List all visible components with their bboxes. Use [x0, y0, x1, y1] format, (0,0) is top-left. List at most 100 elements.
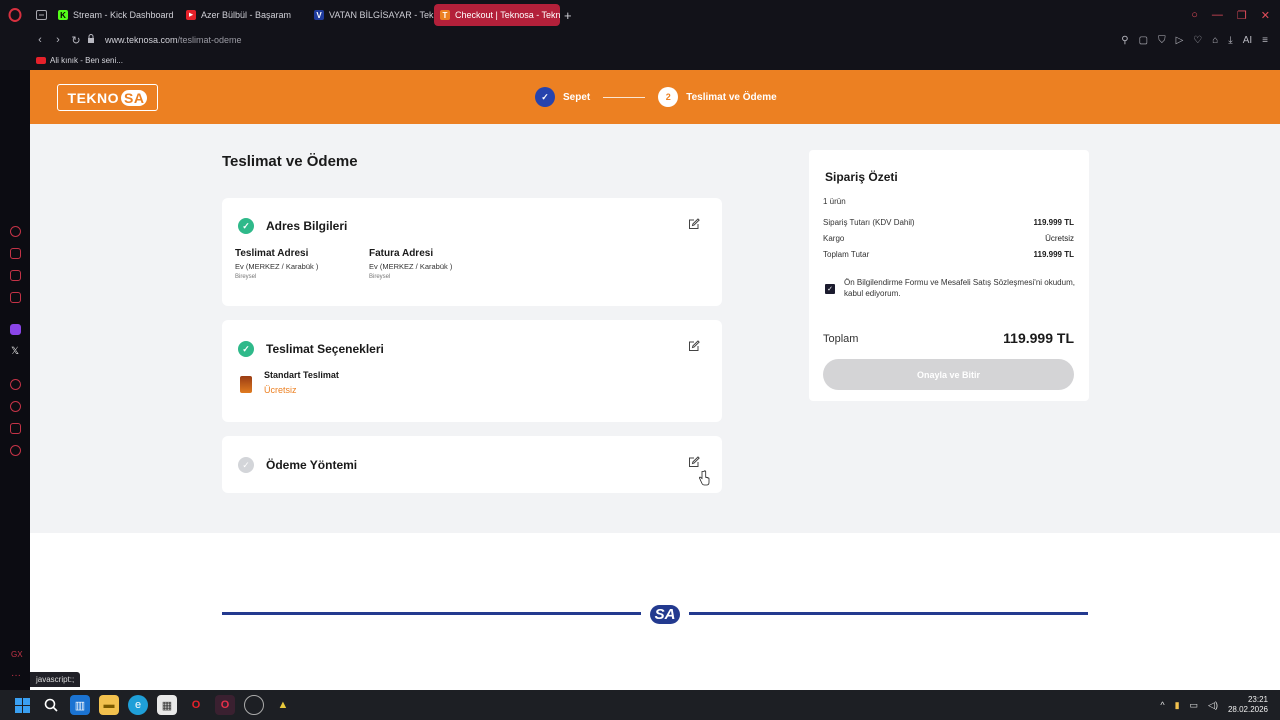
- tab-checkout-teknosa[interactable]: T Checkout | Teknosa - Tekn: [434, 4, 560, 26]
- step-delivery-label: Teslimat ve Ödeme: [686, 91, 777, 103]
- address-card: ✓ Adres Bilgileri Teslimat Adresi Ev (ME…: [222, 198, 722, 306]
- tab-label: VATAN BİLGİSAYAR - Tekn: [329, 10, 434, 20]
- opera-menu-icon[interactable]: [0, 0, 30, 30]
- bookmark-item[interactable]: Ali kınık - Ben seni...: [50, 56, 123, 65]
- new-tab-icon[interactable]: +: [564, 8, 572, 23]
- payment-card-title: Ödeme Yöntemi: [266, 458, 358, 472]
- summary-title: Sipariş Özeti: [825, 170, 898, 184]
- snapshot-icon[interactable]: ▢: [1139, 35, 1148, 46]
- close-window-icon[interactable]: ✕: [1261, 9, 1270, 22]
- summary-row-total: Toplam Tutar 119.999 TL: [823, 250, 1074, 259]
- delivery-address-type: Bireysel: [235, 274, 257, 280]
- back-icon[interactable]: ‹: [31, 34, 49, 46]
- step-cart-label[interactable]: Sepet: [563, 92, 590, 103]
- search-tabs-icon[interactable]: ○: [1191, 9, 1198, 21]
- crypto-wallet-icon[interactable]: [10, 248, 21, 259]
- url-field[interactable]: www.teknosa.com/teslimat-odeme: [105, 35, 242, 45]
- app-icon[interactable]: [244, 695, 264, 715]
- shipping-card: ✓ Teslimat Seçenekleri Standart Teslimat…: [222, 320, 722, 422]
- product-thumbnail: [240, 376, 252, 393]
- edit-icon[interactable]: [688, 340, 700, 352]
- system-clock[interactable]: 23:21 28.02.2026: [1228, 695, 1268, 715]
- settings-icon[interactable]: [10, 445, 21, 456]
- check-circle-icon: ✓: [238, 341, 254, 357]
- summary-item-count: 1 ürün: [823, 197, 846, 206]
- check-circle-icon: ✓: [238, 218, 254, 234]
- network-icon[interactable]: ▭: [1190, 700, 1199, 711]
- order-summary: Sipariş Özeti 1 ürün Sipariş Tutarı (KDV…: [809, 150, 1089, 401]
- reload-icon[interactable]: ↻: [67, 34, 85, 47]
- edit-icon[interactable]: [688, 218, 700, 230]
- store-icon[interactable]: ▦: [157, 695, 177, 715]
- shield-icon[interactable]: ⛉: [1158, 35, 1166, 46]
- vatan-favicon-icon: V: [314, 10, 324, 20]
- checkout-steps: ✓ Sepet 2 Teslimat ve Ödeme: [535, 87, 777, 107]
- confirm-order-button[interactable]: Onayla ve Bitir: [823, 359, 1074, 390]
- delivery-address: Teslimat Adresi Ev (MERKEZ / Karabük ) B…: [235, 248, 318, 280]
- agreement-text[interactable]: Ön Bilgilendirme Formu ve Mesafeli Satış…: [844, 277, 1076, 299]
- payment-card[interactable]: ✓ Ödeme Yöntemi: [222, 436, 722, 493]
- bookmarks-bar: Ali kınık - Ben seni...: [0, 50, 1280, 70]
- tab-vatan[interactable]: V VATAN BİLGİSAYAR - Tekn: [308, 4, 434, 26]
- aria-icon[interactable]: [10, 226, 21, 237]
- more-icon[interactable]: ···: [11, 670, 21, 681]
- teknosa-logo[interactable]: TEKNO SA: [57, 84, 158, 111]
- pin-icon[interactable]: ⚲: [1121, 35, 1128, 46]
- heart-icon[interactable]: ♡: [1193, 35, 1202, 46]
- invoice-address: Fatura Adresi Ev (MERKEZ / Karabük ) Bir…: [369, 248, 452, 280]
- youtube-bookmark-icon: [36, 56, 46, 64]
- minimize-icon[interactable]: —: [1212, 9, 1223, 21]
- opera-sidebar: 𝕏 GX ···: [0, 70, 30, 690]
- shipping-option-name: Standart Teslimat: [264, 370, 339, 380]
- file-explorer-icon[interactable]: ▬: [99, 695, 119, 715]
- hand-cursor-icon: [699, 470, 710, 486]
- opera-icon[interactable]: O: [186, 695, 206, 715]
- play-icon[interactable]: ▷: [1176, 35, 1184, 46]
- kick-favicon-icon: K: [58, 10, 68, 20]
- delivery-address-line: Ev (MERKEZ / Karabük ): [235, 262, 319, 271]
- tab-islands-icon[interactable]: [30, 0, 52, 30]
- account-icon[interactable]: ⌂: [1212, 35, 1218, 46]
- link-status-tooltip: javascript:;: [30, 672, 81, 687]
- app-icon-2[interactable]: ▲: [273, 695, 293, 715]
- edit-icon[interactable]: [688, 456, 700, 468]
- gx-corner-icon[interactable]: [10, 292, 21, 303]
- search-icon[interactable]: [41, 695, 61, 715]
- forward-icon[interactable]: ›: [49, 34, 67, 46]
- gx-logo-icon[interactable]: GX: [11, 650, 23, 659]
- pending-circle-icon: ✓: [238, 457, 254, 473]
- grand-total-label: Toplam: [823, 333, 859, 345]
- extensions-icon[interactable]: [10, 423, 21, 434]
- twitch-icon[interactable]: [10, 324, 21, 335]
- x-twitter-icon[interactable]: 𝕏: [11, 346, 19, 357]
- checkout-page: TEKNO SA ✓ Sepet 2 Teslimat ve Ödeme Tesl…: [30, 70, 1280, 690]
- browser-tab-bar: K Stream - Kick Dashboard ▶ Azer Bülbül …: [0, 0, 1280, 30]
- tab-kick-dashboard[interactable]: K Stream - Kick Dashboard: [52, 4, 180, 26]
- tab-youtube[interactable]: ▶ Azer Bülbül - Başaram: [180, 4, 308, 26]
- tab-label: Checkout | Teknosa - Tekn: [455, 10, 560, 20]
- invoice-address-title: Fatura Adresi: [369, 248, 434, 259]
- shipping-card-title: Teslimat Seçenekleri: [266, 342, 384, 356]
- player-icon[interactable]: [10, 379, 21, 390]
- opera-gx-icon[interactable]: O: [215, 695, 235, 715]
- invoice-address-line: Ev (MERKEZ / Karabük ): [369, 262, 453, 271]
- news-icon[interactable]: [10, 270, 21, 281]
- tab-label: Stream - Kick Dashboard: [73, 10, 174, 20]
- menu-icon[interactable]: ≡: [1262, 35, 1268, 46]
- microphone-icon[interactable]: ▮: [1175, 700, 1180, 711]
- invoice-address-type: Bireysel: [369, 274, 391, 280]
- maximize-icon[interactable]: ❐: [1237, 9, 1247, 22]
- agreement-checkbox[interactable]: ✓: [825, 284, 835, 294]
- windows-start-icon[interactable]: [12, 695, 32, 715]
- task-view-icon[interactable]: ▥: [70, 695, 90, 715]
- lock-icon: [85, 34, 97, 46]
- download-icon[interactable]: ⤓: [1228, 35, 1232, 46]
- tray-chevron-up-icon[interactable]: ^: [1160, 700, 1164, 710]
- history-icon[interactable]: [10, 401, 21, 412]
- checkout-header: TEKNO SA ✓ Sepet 2 Teslimat ve Ödeme: [30, 70, 1280, 124]
- step-complete-check-icon: ✓: [535, 87, 555, 107]
- summary-row-subtotal: Sipariş Tutarı (KDV Dahil) 119.999 TL: [823, 218, 1074, 227]
- aria-ai-icon[interactable]: AI: [1243, 35, 1252, 46]
- edge-icon[interactable]: e: [128, 695, 148, 715]
- volume-icon[interactable]: ◁): [1208, 700, 1218, 711]
